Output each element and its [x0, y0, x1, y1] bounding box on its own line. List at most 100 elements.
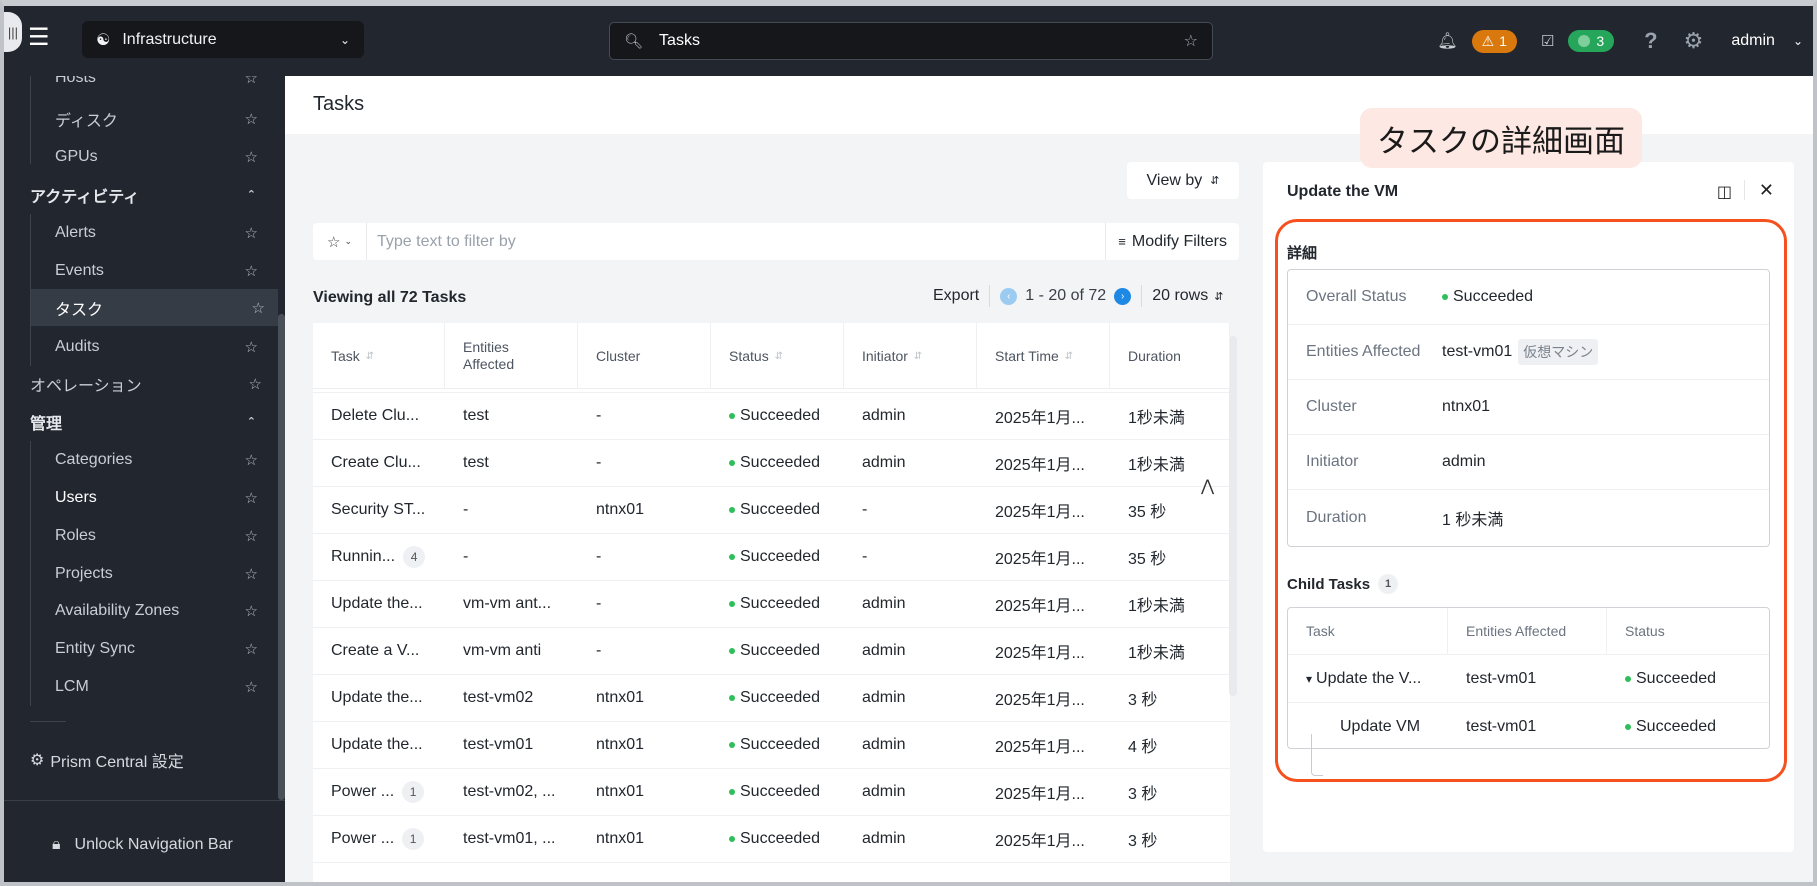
- modify-filters-button[interactable]: ≡ Modify Filters: [1105, 223, 1239, 260]
- table-row[interactable]: Delete Clu... test - Succeeded admin 2025年1月.…: [313, 393, 1230, 440]
- sidebar-item-tasks[interactable]: タスク ☆: [31, 289, 278, 326]
- view-by-button[interactable]: View by ⇵: [1127, 162, 1239, 199]
- sort-icon[interactable]: ⇵: [366, 348, 374, 365]
- column-header[interactable]: Task ⇵: [313, 323, 445, 389]
- export-button[interactable]: Export: [933, 287, 979, 305]
- star-icon[interactable]: ☆: [245, 678, 258, 696]
- hamburger-menu-icon[interactable]: ☰: [28, 26, 50, 50]
- sidebar-item-gpus[interactable]: GPUs ☆: [4, 138, 274, 175]
- child-task-cell[interactable]: ▾ Update the V...: [1288, 670, 1448, 688]
- sidebar-item-events[interactable]: Events ☆: [4, 252, 274, 289]
- column-header[interactable]: Duration: [1110, 323, 1230, 389]
- sidebar-item-alerts[interactable]: Alerts ☆: [4, 214, 274, 251]
- sort-icon[interactable]: ⇵: [914, 348, 922, 365]
- star-icon[interactable]: ☆: [245, 640, 258, 658]
- column-header[interactable]: Start Time ⇵: [977, 323, 1110, 389]
- table-row[interactable]: Update the... test-vm02 ntnx01 Succeeded adm…: [313, 675, 1230, 722]
- help-icon[interactable]: ?: [1644, 28, 1657, 54]
- sidebar-item-users[interactable]: Users ☆: [4, 479, 274, 516]
- star-icon[interactable]: ☆: [245, 262, 258, 280]
- star-icon[interactable]: ☆: [245, 489, 258, 507]
- panel-grip-handle[interactable]: |||: [4, 12, 22, 52]
- table-row[interactable]: Create Clu... test - Succeeded admin 2025年1月.…: [313, 440, 1230, 487]
- panel-title: Update the VM: [1287, 183, 1399, 200]
- sidebar-item-roles[interactable]: Roles ☆: [4, 517, 274, 554]
- sidebar-item-hosts[interactable]: Hosts ☆: [4, 76, 274, 96]
- table-row[interactable]: Update the... test-vm01 ntnx01 Succeeded adm…: [313, 722, 1230, 769]
- bell-icon[interactable]: 🔔︎: [1437, 31, 1457, 51]
- star-icon[interactable]: ☆: [245, 224, 258, 242]
- user-menu[interactable]: admin: [1731, 32, 1775, 50]
- tasks-clipboard-icon[interactable]: ☑: [1541, 32, 1554, 50]
- sidebar-item-availability-zones[interactable]: Availability Zones ☆: [4, 592, 274, 629]
- cell-task[interactable]: Power ... 1: [313, 781, 445, 803]
- sidebar-item-projects[interactable]: Projects ☆: [4, 555, 274, 592]
- table-scrollbar[interactable]: [1229, 336, 1237, 696]
- cell-task[interactable]: Update the...: [313, 595, 445, 613]
- sidebar-item-entity-sync[interactable]: Entity Sync ☆: [4, 630, 274, 667]
- filter-input[interactable]: [367, 232, 1106, 251]
- global-search[interactable]: 🔍︎ Tasks ☆: [609, 22, 1213, 60]
- table-row[interactable]: Power ... 1 test-vm01, ... ntnx01 Succeeded a…: [313, 816, 1230, 863]
- cell-entities-text: -: [463, 501, 469, 518]
- star-icon[interactable]: ☆: [245, 602, 258, 620]
- sidebar-item-audits[interactable]: Audits ☆: [4, 328, 274, 365]
- star-icon[interactable]: ☆: [252, 299, 265, 317]
- saved-filters-star-button[interactable]: ☆ ⌄: [313, 223, 367, 260]
- previous-page-icon[interactable]: ‹: [1000, 287, 1018, 305]
- sort-icon[interactable]: ⇵: [1065, 348, 1073, 365]
- star-icon[interactable]: ☆: [245, 565, 258, 583]
- search-input[interactable]: Tasks: [659, 32, 700, 50]
- cell-task[interactable]: Power ... 1: [313, 828, 445, 850]
- sidebar-group-activity[interactable]: アクティビティ ⌃: [30, 176, 278, 213]
- cell-task[interactable]: Update the...: [313, 689, 445, 707]
- sidebar-scrollbar[interactable]: [278, 314, 285, 800]
- sidebar-item-disks[interactable]: ディスク ☆: [4, 100, 274, 137]
- sidebar-item-operations[interactable]: オペレーション ☆: [30, 365, 278, 402]
- expand-panel-icon[interactable]: ◫: [1717, 182, 1732, 202]
- column-header[interactable]: Initiator ⇵: [844, 323, 977, 389]
- star-icon[interactable]: ☆: [1184, 31, 1198, 51]
- alerts-badge[interactable]: ⚠ 1: [1471, 29, 1517, 53]
- sidebar-item-categories[interactable]: Categories ☆: [4, 441, 274, 478]
- table-row[interactable]: Power ... 1 test-vm02, ... ntnx01 Succeeded a…: [313, 769, 1230, 816]
- cell-task[interactable]: Update the...: [313, 736, 445, 754]
- star-icon[interactable]: ☆: [245, 76, 258, 87]
- tasks-badge[interactable]: 3: [1568, 30, 1615, 52]
- cell-task[interactable]: Security ST...: [313, 501, 445, 519]
- rows-per-page-select[interactable]: 20 rows: [1152, 287, 1208, 305]
- child-tasks-heading: Child Tasks 1: [1287, 574, 1399, 594]
- cell-task[interactable]: Create Clu...: [313, 454, 445, 472]
- sort-icon[interactable]: ⇵: [775, 348, 783, 365]
- sidebar-group-admin[interactable]: 管理 ⌃: [30, 403, 278, 440]
- star-icon[interactable]: ☆: [245, 338, 258, 356]
- table-row[interactable]: Update the... vm-vm ant... - Succeeded admin…: [313, 581, 1230, 628]
- column-header[interactable]: Status ⇵: [711, 323, 844, 389]
- column-header[interactable]: Entities Affected: [445, 323, 578, 389]
- table-row[interactable]: Create a V... vm-vm anti - Succeeded admin 20…: [313, 628, 1230, 675]
- running-dot-icon: [1578, 35, 1591, 47]
- sidebar-item-lcm[interactable]: LCM ☆: [4, 668, 274, 705]
- cell-task[interactable]: Delete Clu...: [313, 407, 445, 425]
- child-task-row[interactable]: ▾ Update the V... test-vm01 Succeeded: [1288, 655, 1769, 703]
- cell-task[interactable]: Runnin... 4: [313, 546, 445, 568]
- close-icon[interactable]: ✕: [1759, 180, 1774, 201]
- cell-task[interactable]: Create a V...: [313, 642, 445, 660]
- star-icon[interactable]: ☆: [245, 148, 258, 166]
- unlock-navigation-button[interactable]: 🔒︎ Unlock Navigation Bar: [52, 836, 233, 854]
- table-row[interactable]: Runnin... 4 - - Succeeded - 2025年1月... 35 秒: [313, 534, 1230, 581]
- star-icon[interactable]: ☆: [245, 527, 258, 545]
- collapse-caret-icon[interactable]: ▾: [1306, 672, 1312, 686]
- detail-value-text[interactable]: test-vm01: [1442, 343, 1512, 361]
- next-page-icon[interactable]: ›: [1114, 287, 1132, 305]
- star-icon[interactable]: ☆: [245, 110, 258, 128]
- column-header[interactable]: Cluster: [578, 323, 711, 389]
- table-row[interactable]: Security ST... - ntnx01 Succeeded - 2025年1月..…: [313, 487, 1230, 534]
- app-switcher[interactable]: ☯ Infrastructure ⌄: [82, 21, 364, 58]
- prism-central-settings[interactable]: ⚙ Prism Central 設定: [30, 748, 184, 772]
- star-icon[interactable]: ☆: [245, 451, 258, 469]
- chevron-down-icon[interactable]: ⌄: [1793, 34, 1803, 48]
- child-task-row[interactable]: Update VM test-vm01 Succeeded: [1288, 703, 1769, 751]
- gear-icon[interactable]: ⚙: [1684, 28, 1704, 54]
- star-icon[interactable]: ☆: [249, 375, 262, 393]
